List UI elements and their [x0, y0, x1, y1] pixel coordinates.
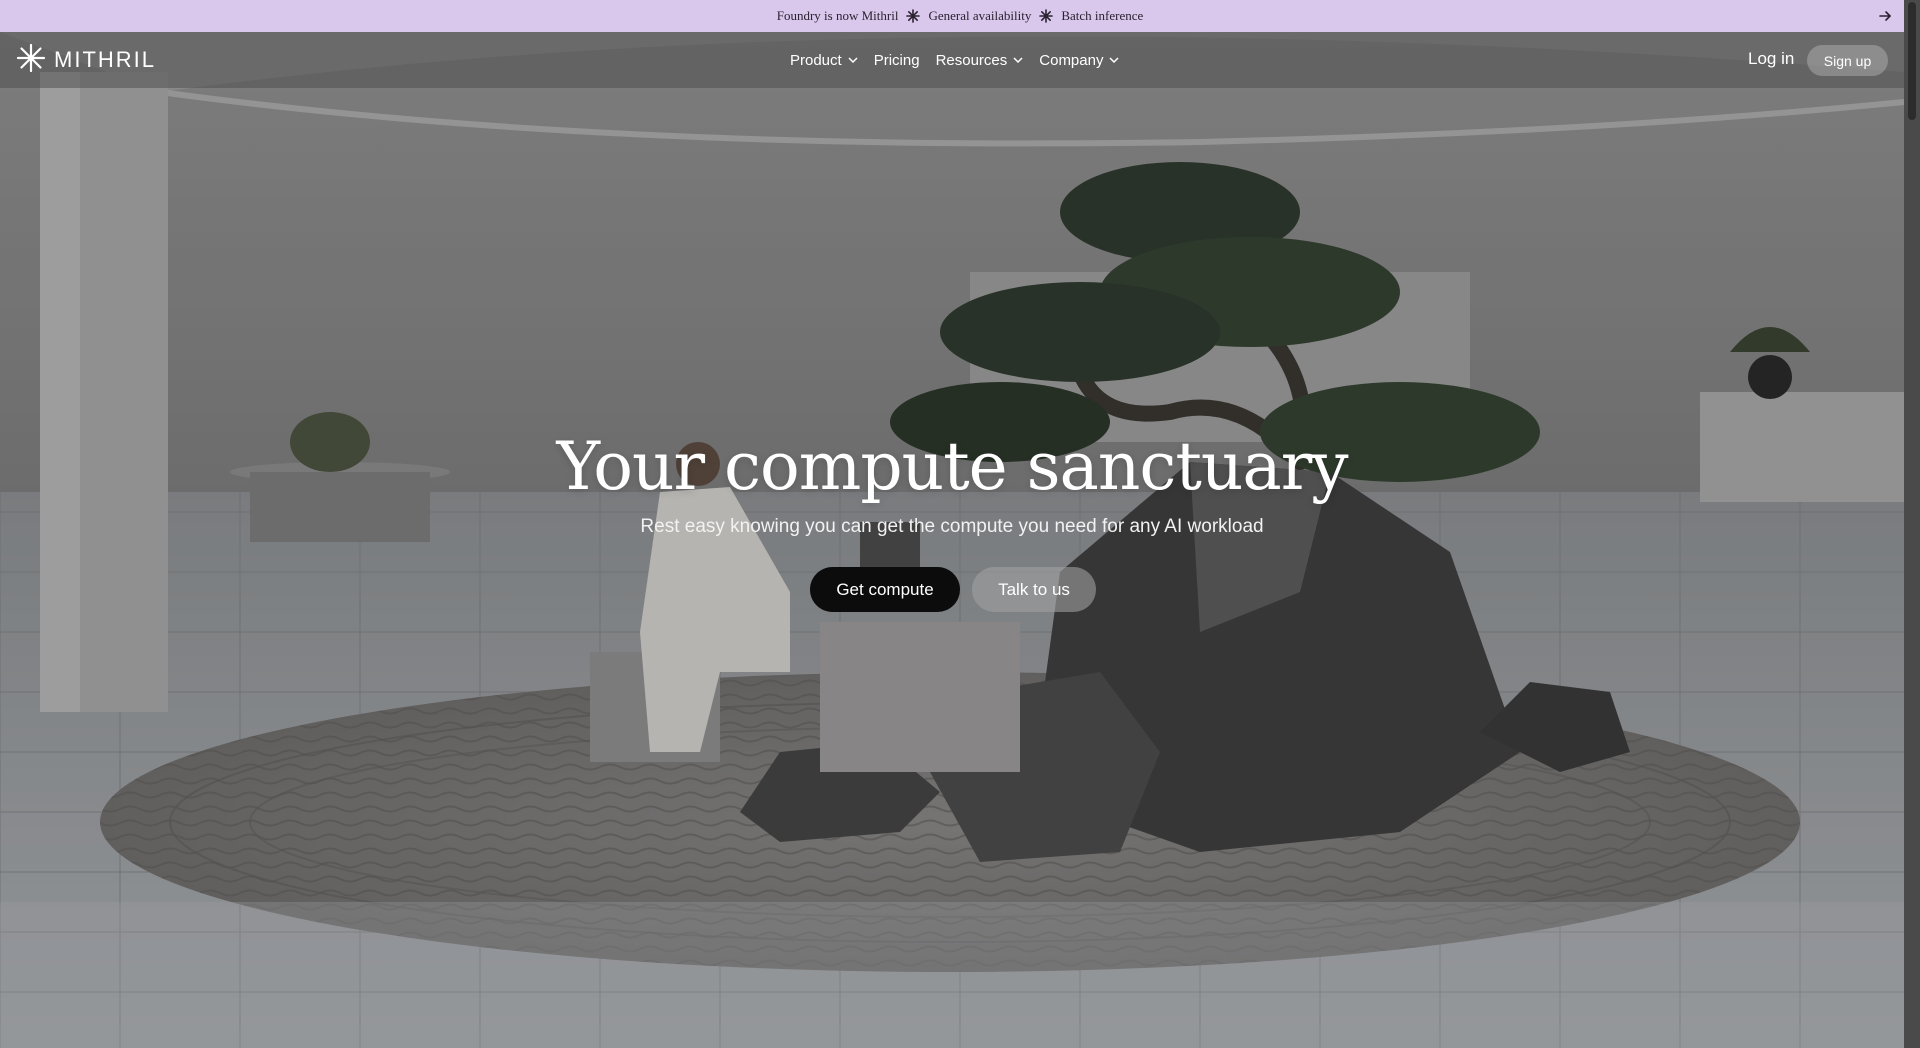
chevron-down-icon	[1109, 57, 1119, 63]
chevron-down-icon	[848, 57, 858, 63]
nav-links: Product Pricing Resources Company	[782, 32, 1127, 88]
hero-background-image	[0, 32, 1904, 1048]
login-link[interactable]: Log in	[1748, 49, 1794, 69]
top-navigation: MITHRIL Product Pricing Resources Compan…	[0, 32, 1904, 88]
hero-title: Your compute sanctuary	[556, 428, 1348, 505]
announcement-item-foundry[interactable]: Foundry is now Mithril	[769, 8, 907, 24]
asterisk-icon	[1039, 9, 1054, 23]
hero-subtitle: Rest easy knowing you can get the comput…	[640, 516, 1264, 537]
arrow-right-icon[interactable]	[1876, 7, 1894, 25]
signup-button[interactable]: Sign up	[1807, 45, 1888, 76]
nav-item-label: Company	[1039, 51, 1104, 69]
get-compute-button[interactable]: Get compute	[810, 567, 960, 612]
announcement-bar[interactable]: Foundry is now Mithril General availabil…	[0, 0, 1920, 32]
nav-item-label: Product	[790, 51, 842, 69]
scrollbar-thumb[interactable]	[1908, 2, 1916, 120]
brand-logo[interactable]: MITHRIL	[16, 43, 156, 78]
nav-item-company[interactable]: Company	[1031, 52, 1127, 69]
starburst-icon	[16, 43, 46, 78]
announcement-item-availability[interactable]: General availability	[920, 8, 1039, 24]
nav-item-resources[interactable]: Resources	[928, 52, 1032, 69]
page-scrollbar[interactable]	[1904, 0, 1920, 1048]
talk-to-us-button[interactable]: Talk to us	[972, 567, 1096, 612]
nav-item-label: Pricing	[873, 51, 920, 69]
announcement-item-batch-inference[interactable]: Batch inference	[1053, 8, 1151, 24]
nav-item-label: Resources	[935, 51, 1008, 69]
nav-item-product[interactable]: Product	[782, 52, 866, 69]
nav-item-pricing[interactable]: Pricing	[866, 52, 928, 69]
chevron-down-icon	[1013, 57, 1023, 63]
brand-wordmark: MITHRIL	[54, 47, 156, 72]
asterisk-icon	[906, 9, 921, 23]
